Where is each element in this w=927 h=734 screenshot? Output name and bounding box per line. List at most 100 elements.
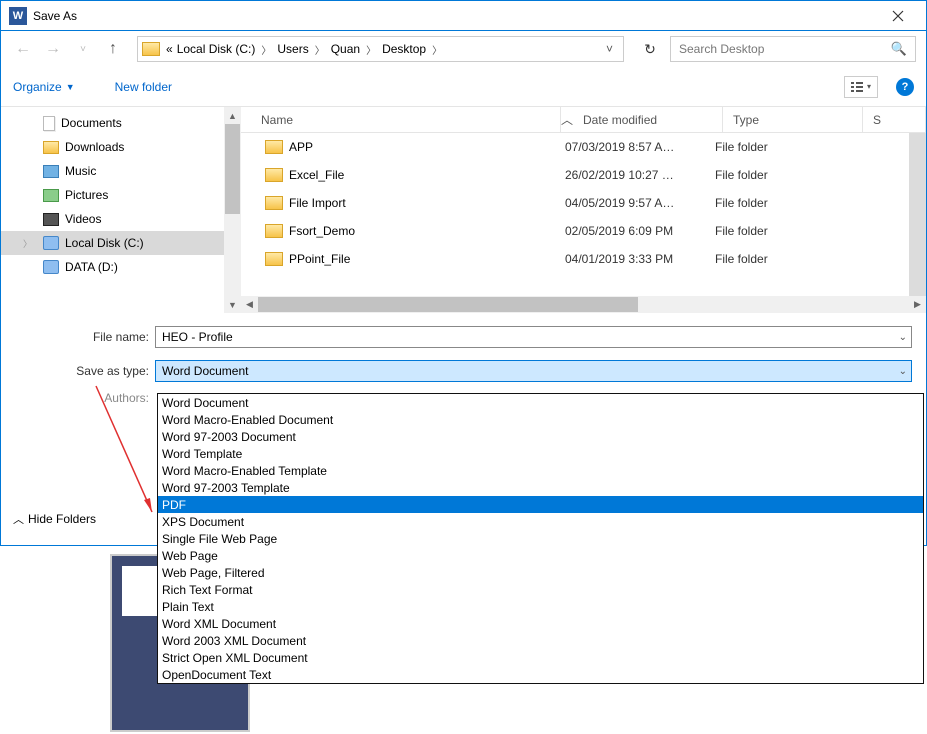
tree-scrollbar[interactable]: ▲ ▼ xyxy=(224,107,241,313)
file-name: Excel_File xyxy=(289,168,344,182)
chevron-down-icon: ▼ xyxy=(66,82,75,92)
filename-value: HEO - Profile xyxy=(162,330,233,344)
nav-row: ← → ˅ ↑ « Local Disk (C:) 〉 Users 〉 Quan… xyxy=(1,31,926,67)
view-options-button[interactable] xyxy=(844,76,878,98)
chevron-down-icon[interactable]: ⌄ xyxy=(899,332,907,343)
tree-item-documents[interactable]: Documents xyxy=(1,111,241,135)
tree-item-local-disk-c[interactable]: 〉Local Disk (C:) xyxy=(1,231,241,255)
dropdown-option[interactable]: Word 97-2003 Template xyxy=(158,479,923,496)
recent-dropdown[interactable]: ˅ xyxy=(71,37,95,61)
tree-label: DATA (D:) xyxy=(65,260,118,274)
file-type: File folder xyxy=(715,140,855,154)
dropdown-option[interactable]: Word Macro-Enabled Template xyxy=(158,462,923,479)
file-date: 02/05/2019 6:09 PM xyxy=(565,224,715,238)
savetype-label: Save as type: xyxy=(15,364,155,378)
chevron-down-icon[interactable]: ⌄ xyxy=(899,366,907,377)
file-type: File folder xyxy=(715,168,855,182)
dropdown-option[interactable]: Word Template xyxy=(158,445,923,462)
dropdown-option[interactable]: Word XML Document xyxy=(158,615,923,632)
dropdown-option[interactable]: Single File Web Page xyxy=(158,530,923,547)
address-dropdown[interactable]: ˅ xyxy=(600,42,619,56)
list-view-icon xyxy=(851,82,863,92)
dropdown-option[interactable]: Plain Text xyxy=(158,598,923,615)
file-type: File folder xyxy=(715,252,855,266)
file-type: File folder xyxy=(715,224,855,238)
breadcrumb-item[interactable]: Local Disk (C:) xyxy=(175,42,258,56)
breadcrumb-prefix: « xyxy=(164,42,175,56)
breadcrumb-item[interactable]: Quan xyxy=(329,42,362,56)
folder-icon xyxy=(265,140,283,154)
dropdown-option[interactable]: PDF xyxy=(158,496,923,513)
videos-icon xyxy=(43,213,59,226)
file-row[interactable]: PPoint_File04/01/2019 3:33 PMFile folder xyxy=(241,245,926,273)
file-row[interactable]: Fsort_Demo02/05/2019 6:09 PMFile folder xyxy=(241,217,926,245)
dropdown-option[interactable]: Word 2003 XML Document xyxy=(158,632,923,649)
file-type: File folder xyxy=(715,196,855,210)
dropdown-option[interactable]: Web Page, Filtered xyxy=(158,564,923,581)
grid-hscrollbar[interactable]: ◀ ▶ xyxy=(241,296,926,313)
file-row[interactable]: Excel_File 26/02/2019 10:27 …File folder xyxy=(241,161,926,189)
tree-item-downloads[interactable]: Downloads xyxy=(1,135,241,159)
column-date[interactable]: Date modified xyxy=(573,107,723,132)
file-date: 04/05/2019 9:57 A… xyxy=(565,196,715,210)
tree-label: Downloads xyxy=(65,140,124,154)
tree-label: Videos xyxy=(65,212,101,226)
chevron-right-icon: 〉 xyxy=(23,237,32,250)
grid-header: Name ︿ Date modified Type S xyxy=(241,107,926,133)
folder-icon xyxy=(265,196,283,210)
filename-input[interactable]: HEO - Profile ⌄ xyxy=(155,326,912,348)
tree-label: Documents xyxy=(61,116,122,130)
file-name: File Import xyxy=(289,196,346,210)
hide-folders-button[interactable]: ︿ Hide Folders xyxy=(13,511,96,527)
back-button[interactable]: ← xyxy=(11,37,35,61)
help-button[interactable]: ? xyxy=(896,78,914,96)
column-type[interactable]: Type xyxy=(723,107,863,132)
folder-icon xyxy=(265,224,283,238)
file-row[interactable]: File Import 04/05/2019 9:57 A…File folder xyxy=(241,189,926,217)
scroll-left-icon[interactable]: ◀ xyxy=(241,296,258,313)
close-button[interactable] xyxy=(878,2,918,30)
new-folder-button[interactable]: New folder xyxy=(115,80,172,94)
dropdown-option[interactable]: Rich Text Format xyxy=(158,581,923,598)
column-name[interactable]: Name xyxy=(241,107,561,132)
dropdown-option[interactable]: OpenDocument Text xyxy=(158,666,923,683)
disk-icon xyxy=(43,260,59,274)
folder-icon xyxy=(265,252,283,266)
organize-menu[interactable]: Organize ▼ xyxy=(13,80,75,94)
sort-asc-icon: ︿ xyxy=(561,111,573,128)
savetype-select[interactable]: Word Document ⌄ xyxy=(155,360,912,382)
scroll-down-icon[interactable]: ▼ xyxy=(224,296,241,313)
scroll-up-icon[interactable]: ▲ xyxy=(224,107,241,124)
close-icon xyxy=(892,10,904,22)
dropdown-option[interactable]: XPS Document xyxy=(158,513,923,530)
tree-item-videos[interactable]: Videos xyxy=(1,207,241,231)
dropdown-option[interactable]: Word 97-2003 Document xyxy=(158,428,923,445)
scroll-right-icon[interactable]: ▶ xyxy=(909,296,926,313)
search-input[interactable]: Search Desktop 🔍 xyxy=(670,36,916,62)
chevron-right-icon: 〉 xyxy=(428,42,446,57)
dropdown-option[interactable]: Strict Open XML Document xyxy=(158,649,923,666)
col-label: Name xyxy=(261,113,293,127)
file-date: 26/02/2019 10:27 … xyxy=(565,168,715,182)
scroll-thumb[interactable] xyxy=(258,297,638,312)
breadcrumb-item[interactable]: Users xyxy=(275,42,310,56)
folder-icon xyxy=(142,42,160,56)
address-bar[interactable]: « Local Disk (C:) 〉 Users 〉 Quan 〉 Deskt… xyxy=(137,36,624,62)
chevron-right-icon: 〉 xyxy=(311,42,329,57)
refresh-button[interactable]: ↻ xyxy=(636,36,664,62)
authors-label: Authors: xyxy=(15,391,155,405)
tree-item-pictures[interactable]: Pictures xyxy=(1,183,241,207)
tree-item-music[interactable]: Music xyxy=(1,159,241,183)
dropdown-option[interactable]: Word Document xyxy=(158,394,923,411)
forward-button[interactable]: → xyxy=(41,37,65,61)
scroll-thumb[interactable] xyxy=(225,124,240,214)
breadcrumb-item[interactable]: Desktop xyxy=(380,42,428,56)
tree-item-data-d[interactable]: DATA (D:) xyxy=(1,255,241,279)
up-button[interactable]: ↑ xyxy=(101,37,125,61)
column-size[interactable]: S xyxy=(863,107,926,132)
savetype-dropdown: Word DocumentWord Macro-Enabled Document… xyxy=(157,393,924,684)
dropdown-option[interactable]: Web Page xyxy=(158,547,923,564)
grid-vscroll[interactable] xyxy=(909,133,926,296)
file-row[interactable]: APP07/03/2019 8:57 A…File folder xyxy=(241,133,926,161)
dropdown-option[interactable]: Word Macro-Enabled Document xyxy=(158,411,923,428)
